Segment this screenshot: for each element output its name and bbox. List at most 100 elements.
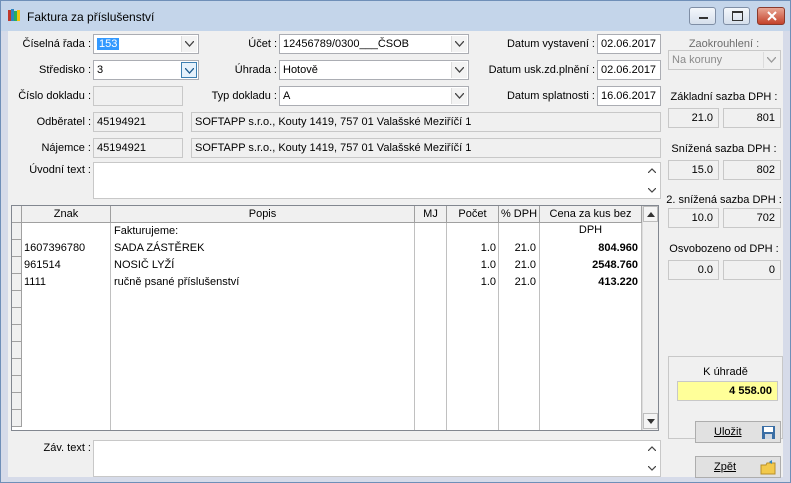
stredisko-label: Středisko : <box>39 64 91 76</box>
table-row[interactable]: Fakturujeme: <box>12 223 642 240</box>
cell-dph: 21.0 <box>514 242 536 254</box>
cell-znak: 1111 <box>24 276 47 288</box>
zaokrouhleni-combo: Na koruny <box>668 50 781 70</box>
datum-splatnosti-field[interactable]: 16.06.2017 <box>597 86 661 106</box>
cell-cena: 2548.760 <box>592 259 638 271</box>
uvodni-text-memo[interactable] <box>93 162 661 199</box>
row-indicator <box>12 325 22 342</box>
snizena-sazba-label: Snížená sazba DPH : <box>671 143 777 155</box>
chevron-down-icon <box>455 93 464 99</box>
cell-popis: Fakturujeme: <box>114 225 179 237</box>
datum-splatnosti-label: Datum splatnosti : <box>506 90 595 102</box>
snizena-rate-field: 15.0 <box>668 160 719 180</box>
ucet-combo[interactable]: 12456789/0300___ČSOB <box>279 34 469 54</box>
chevron-down-icon <box>455 67 464 73</box>
minimize-button[interactable] <box>689 7 716 25</box>
datum-vystaveni-label: Datum vystavení : <box>506 38 595 50</box>
chevron-down-icon <box>185 41 194 47</box>
table-row[interactable]: 1111 ručně psané příslušenství 1.0 21.0 … <box>12 274 642 291</box>
row-indicator <box>12 291 22 308</box>
datum-usk-field[interactable]: 02.06.2017 <box>597 60 661 80</box>
back-button[interactable]: Zpět <box>695 456 781 478</box>
app-books-icon <box>8 9 20 21</box>
uhrada-combo[interactable]: Hotově <box>279 60 469 80</box>
cell-cena <box>541 223 638 240</box>
datum-vystaveni-field[interactable]: 02.06.2017 <box>597 34 661 54</box>
cell-dph: 21.0 <box>514 259 536 271</box>
uhrada-label: Úhrada : <box>234 64 277 76</box>
cell-cena: 413.220 <box>598 276 638 288</box>
form-client-area: Číselná řada : 153 Středisko : 3 Číslo d… <box>8 31 783 478</box>
maximize-button[interactable] <box>723 7 750 25</box>
zaokrouhleni-value: Na koruny <box>672 54 723 66</box>
table-row[interactable]: 961514 NOSIČ LYŽÍ 1.0 21.0 2548.760 <box>12 257 642 274</box>
cell-znak: 961514 <box>24 259 61 271</box>
odberatel-label: Odběratel : <box>36 116 91 128</box>
k-uhrade-value: 4 558.00 <box>677 381 778 401</box>
stredisko-value: 3 <box>97 64 104 76</box>
zaokrouhleni-label: Zaokrouhlení : <box>688 38 760 50</box>
maximize-icon <box>732 11 743 21</box>
column-header-znak[interactable]: Znak <box>22 206 111 223</box>
chevron-down-icon <box>185 68 194 74</box>
zav-text-scrollbar[interactable] <box>644 441 660 476</box>
uvodni-text-label: Úvodní text : <box>29 164 91 176</box>
odberatel-name-field[interactable]: SOFTAPP s.r.o., Kouty 1419, 757 01 Valaš… <box>191 112 661 132</box>
uvodni-text-scrollbar[interactable] <box>644 163 660 198</box>
table-row[interactable]: 1607396780 SADA ZÁSTĚREK 1.0 21.0 804.96… <box>12 240 642 257</box>
zav-text-label: Záv. text : <box>43 442 91 454</box>
typ-dokladu-label: Typ dokladu : <box>211 90 277 102</box>
cell-popis: NOSIČ LYŽÍ <box>114 259 175 271</box>
items-table[interactable]: Znak Popis MJ Počet % DPH Cena za kus be… <box>11 205 659 431</box>
table-scrollbar[interactable] <box>642 206 658 430</box>
najemce-name-field[interactable]: SOFTAPP s.r.o., Kouty 1419, 757 01 Valaš… <box>191 138 661 158</box>
osvobozeno-label: Osvobozeno od DPH : <box>669 243 779 255</box>
row-indicator <box>12 274 22 291</box>
column-header-mj[interactable]: MJ <box>415 206 447 223</box>
ciselna-rada-value: 153 <box>97 38 120 50</box>
cislo-dokladu-field[interactable] <box>93 86 183 106</box>
close-button[interactable] <box>757 7 785 25</box>
typ-dokladu-combo[interactable]: A <box>279 86 469 106</box>
stredisko-dropdown-button[interactable] <box>181 62 197 78</box>
cell-popis: ručně psané příslušenství <box>114 276 240 288</box>
zav-text-memo[interactable] <box>93 440 661 477</box>
cell-pocet: 1.0 <box>480 259 496 271</box>
cell-pocet <box>448 223 496 240</box>
scroll-up-button[interactable] <box>643 206 658 222</box>
triangle-down-icon <box>647 419 655 424</box>
chevron-down-icon <box>767 57 776 63</box>
osvobozeno-amount-field: 0 <box>723 260 781 280</box>
uhrada-value: Hotově <box>283 64 318 76</box>
uhrada-dropdown-button[interactable] <box>451 62 467 78</box>
invoice-window: Faktura za příslušenství Číselná řada : … <box>0 0 791 483</box>
column-header-dph[interactable]: % DPH <box>499 206 540 223</box>
ucet-label: Účet : <box>248 38 277 50</box>
snizena2-rate-field: 10.0 <box>668 208 719 228</box>
ciselna-rada-label: Číselná řada : <box>22 38 91 50</box>
odberatel-code-field[interactable]: 45194921 <box>93 112 183 132</box>
chevron-down-icon <box>648 188 656 193</box>
column-header-cena[interactable]: Cena za kus bez DPH <box>540 206 642 236</box>
title-bar[interactable]: Faktura za příslušenství <box>1 1 790 31</box>
save-button[interactable]: Uložit <box>695 421 781 443</box>
column-header-popis[interactable]: Popis <box>111 206 415 223</box>
ucet-dropdown-button[interactable] <box>451 36 467 52</box>
cislo-dokladu-label: Číslo dokladu : <box>18 90 91 102</box>
scroll-down-button[interactable] <box>643 413 658 429</box>
najemce-label: Nájemce : <box>41 142 91 154</box>
window-title: Faktura za příslušenství <box>27 10 155 24</box>
minimize-icon <box>699 17 708 19</box>
stredisko-combo[interactable]: 3 <box>93 60 199 80</box>
zaokrouhleni-dropdown-button <box>763 52 779 68</box>
najemce-code-field[interactable]: 45194921 <box>93 138 183 158</box>
ciselna-rada-dropdown-button[interactable] <box>181 36 197 52</box>
row-indicator <box>12 359 22 376</box>
save-button-label: Uložit <box>714 426 742 438</box>
datum-usk-label: Datum usk.zd.plnění : <box>488 64 595 76</box>
snizena2-amount-field: 702 <box>723 208 781 228</box>
column-header-pocet[interactable]: Počet <box>447 206 499 223</box>
typ-dokladu-dropdown-button[interactable] <box>451 88 467 104</box>
ciselna-rada-combo[interactable]: 153 <box>93 34 199 54</box>
chevron-down-icon <box>455 41 464 47</box>
